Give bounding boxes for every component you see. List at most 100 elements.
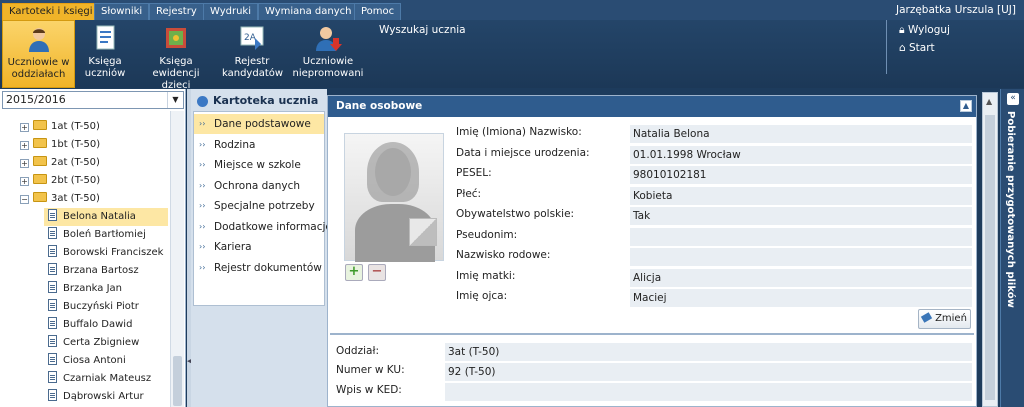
tree-student[interactable]: Dąbrowski Artur [44, 388, 144, 406]
children-register-button[interactable]: Księga ewidencji dzieci [138, 20, 214, 91]
field-value: Maciej [630, 289, 972, 307]
double-chevron-icon: ›› [199, 119, 206, 128]
nav-kariera[interactable]: ›› Kariera [194, 237, 324, 257]
menu-tab-slowniki[interactable]: Słowniki [94, 3, 150, 20]
field-value [630, 228, 972, 246]
remove-photo-button[interactable]: − [368, 264, 386, 281]
session-links: 🔒︎ Wyloguj ⌂ Start [886, 20, 950, 74]
nav-rejestr-dokumentow[interactable]: ›› Rejestr dokumentów [194, 258, 324, 278]
home-icon: ⌂ [899, 42, 906, 54]
nav-miejsce-w-szkole[interactable]: ›› Miejsce w szkole [194, 155, 324, 175]
class-tree: +1at (T-50) +1bt (T-50) +2at (T-50) +2bt… [0, 111, 168, 407]
nav-specjalne-potrzeby[interactable]: ›› Specjalne potrzeby [194, 196, 324, 216]
scrollbar-thumb[interactable] [985, 115, 995, 400]
main-scrollbar[interactable]: ▲ [982, 92, 998, 407]
chevron-down-icon[interactable]: ▼ [167, 92, 183, 108]
student-book-button[interactable]: Księga uczniów [80, 20, 130, 88]
menu-tab-kartoteki[interactable]: Kartoteki i księgi [2, 3, 100, 20]
tree-class-2bt[interactable]: +2bt (T-50) [20, 172, 100, 190]
tree-student[interactable]: Ciosa Antoni [44, 352, 126, 370]
expand-icon[interactable]: + [20, 141, 29, 150]
tree-student[interactable]: Boleń Bartłomiej [44, 226, 146, 244]
candidate-register-button[interactable]: 2A Rejestr kandydatów [222, 20, 283, 88]
expand-icon[interactable]: + [20, 177, 29, 186]
menu-tab-wymiana-danych[interactable]: Wymiana danych [258, 3, 359, 20]
field-value: 01.01.1998 Wrocław [630, 146, 972, 164]
personal-data-panel: Dane osobowe ▲ + − Imię (Imiona) Nazwisko… [327, 95, 977, 407]
field-value: Kobieta [630, 187, 972, 205]
map-book-icon [166, 28, 186, 48]
school-field-label: Numer w KU: [336, 364, 405, 376]
downloads-panel-label: Pobieranie przygotowanych plików [1005, 111, 1016, 308]
school-field-value: 3at (T-50) [445, 343, 972, 361]
scrollbar-thumb[interactable] [173, 356, 182, 406]
school-field-value: 92 (T-50) [445, 363, 972, 381]
collapse-icon[interactable]: − [20, 195, 29, 204]
downloads-side-panel[interactable]: « Pobieranie przygotowanych plików [1000, 89, 1024, 407]
field-label: Imię ojca: [456, 290, 508, 302]
double-chevron-icon: ›› [199, 201, 206, 210]
pencil-icon [920, 312, 933, 323]
field-label: Obywatelstwo polskie: [456, 208, 575, 220]
student-record-icon [48, 299, 57, 311]
field-label: Płeć: [456, 188, 482, 200]
tree-class-1bt[interactable]: +1bt (T-50) [20, 136, 100, 154]
tree-student[interactable]: Buffalo Dawid [44, 316, 132, 334]
student-card-icon [197, 96, 208, 107]
nav-rodzina[interactable]: ›› Rodzina [194, 135, 324, 155]
tree-student[interactable]: Buczyński Piotr [44, 298, 139, 316]
start-link[interactable]: ⌂ Start [899, 42, 935, 54]
folder-icon [33, 120, 47, 130]
double-chevron-icon: ›› [199, 222, 206, 231]
field-value: Tak [630, 207, 972, 225]
school-year-select[interactable]: 2015/2016 ▼ [2, 91, 184, 109]
double-chevron-icon: ›› [199, 140, 206, 149]
tree-class-2at[interactable]: +2at (T-50) [20, 154, 100, 172]
menu-tab-pomoc[interactable]: Pomoc [354, 3, 402, 20]
search-student-link[interactable]: Wyszukaj ucznia [379, 24, 466, 36]
nav-dane-podstawowe[interactable]: ›› Dane podstawowe [194, 114, 324, 134]
expand-panel-icon[interactable]: « [1007, 93, 1019, 105]
not-promoted-students-button[interactable]: Uczniowie niepromowani [292, 20, 364, 88]
expand-icon[interactable]: + [20, 123, 29, 132]
tree-student[interactable]: Czarniak Mateusz [44, 370, 151, 388]
tree-student[interactable]: Brzanka Jan [44, 280, 122, 298]
menu-bar: Kartoteki i księgi Słowniki Rejestry Wyd… [0, 0, 1024, 20]
tree-student[interactable]: Certa Zbigniew [44, 334, 139, 352]
current-user: Jarzębatka Urszula [UJ] [895, 4, 1016, 16]
student-record-icon [48, 263, 57, 275]
school-field-label: Wpis w KED: [336, 384, 402, 396]
candidate-register-icon: 2A [240, 26, 264, 50]
tree-student[interactable]: Belona Natalia [44, 208, 168, 226]
student-photo [344, 133, 444, 262]
menu-tab-wydruki[interactable]: Wydruki [203, 3, 258, 20]
expand-icon[interactable]: + [20, 159, 29, 168]
tree-student[interactable]: Brzana Bartosz [44, 262, 139, 280]
field-label: PESEL: [456, 167, 492, 179]
student-record-icon [48, 227, 57, 239]
tree-class-3at[interactable]: −3at (T-50) [20, 190, 100, 208]
class-tree-pane: 2015/2016 ▼ +1at (T-50) +1bt (T-50) +2at… [0, 89, 186, 407]
field-value: Alicja [630, 269, 972, 287]
folder-icon [33, 174, 47, 184]
page-curl-icon [409, 218, 437, 246]
tree-student[interactable]: Borowski Franciszek [44, 244, 163, 262]
change-button[interactable]: Zmień [918, 309, 971, 329]
school-field-value [445, 383, 972, 401]
student-record-icon [48, 317, 57, 329]
tree-class-1at[interactable]: +1at (T-50) [20, 118, 100, 136]
student-record-icon [48, 281, 57, 293]
scroll-up-icon[interactable]: ▲ [986, 97, 992, 106]
add-photo-button[interactable]: + [345, 264, 363, 281]
double-chevron-icon: ›› [199, 263, 206, 272]
field-label: Pseudonim: [456, 229, 518, 241]
menu-tab-rejestry[interactable]: Rejestry [149, 3, 204, 20]
school-field-label: Oddział: [336, 345, 379, 357]
students-in-classes-button[interactable]: Uczniowie w oddziałach [2, 20, 75, 88]
tree-scrollbar[interactable] [170, 111, 184, 407]
nav-dodatkowe-informacje[interactable]: ›› Dodatkowe informacje [194, 217, 332, 237]
collapse-panel-icon[interactable]: ▲ [960, 100, 972, 112]
folder-icon [33, 138, 47, 148]
logout-link[interactable]: 🔒︎ Wyloguj [899, 24, 950, 37]
nav-ochrona-danych[interactable]: ›› Ochrona danych [194, 176, 324, 196]
